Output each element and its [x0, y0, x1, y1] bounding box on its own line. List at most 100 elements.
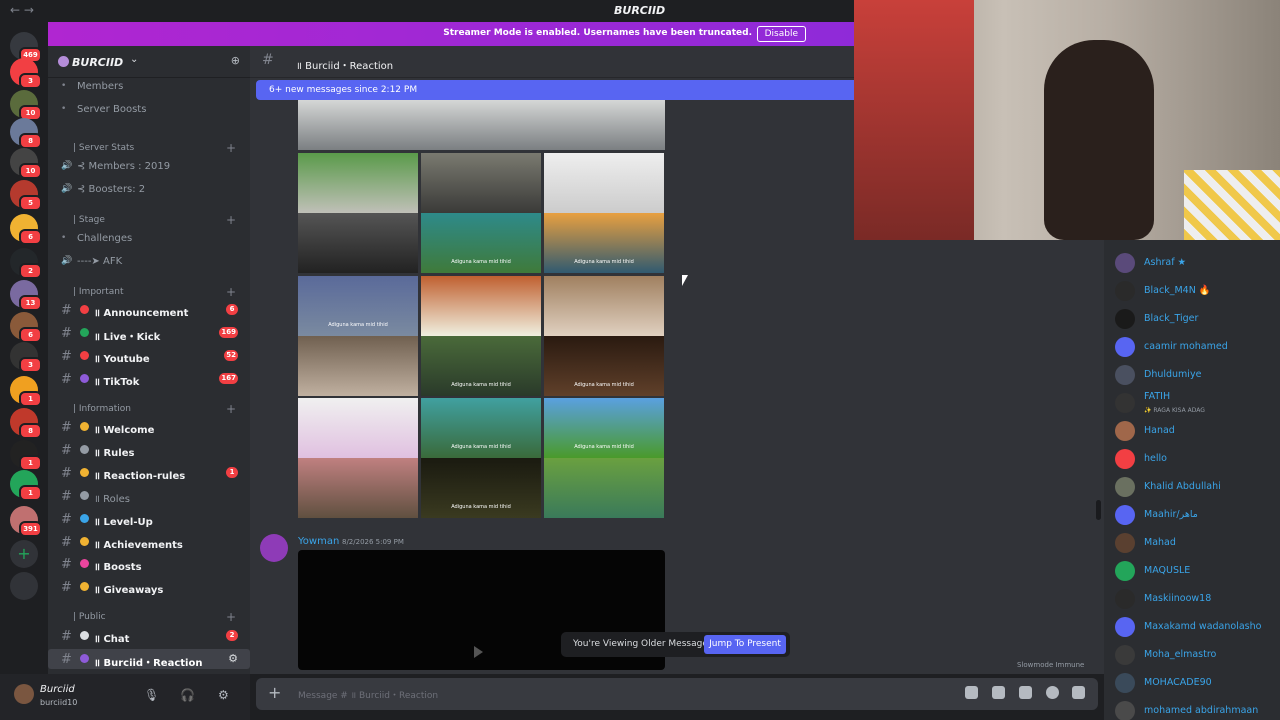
- gear-icon[interactable]: ⚙: [228, 652, 238, 665]
- member-item[interactable]: Maskiinoow18: [1104, 585, 1280, 613]
- server-icon[interactable]: 1: [10, 376, 42, 407]
- server-icon[interactable]: 2: [10, 248, 42, 279]
- member-item[interactable]: Black_M4N 🔥: [1104, 277, 1280, 305]
- microphone-icon[interactable]: 🎙: [144, 688, 159, 702]
- channel-row[interactable]: # ॥ Announcement 6: [48, 300, 250, 320]
- member-item[interactable]: FATIH ✨ RAGA KISA ADAG: [1104, 389, 1280, 417]
- gallery-image[interactable]: [544, 458, 664, 518]
- avatar[interactable]: [260, 534, 288, 562]
- add-attachment-icon[interactable]: +: [268, 683, 281, 702]
- gallery-image[interactable]: [421, 153, 541, 213]
- member-item[interactable]: MAQUSLE: [1104, 557, 1280, 585]
- gallery-image[interactable]: Adiguna kama mid tihid: [421, 458, 541, 518]
- channel-row[interactable]: • Members: [48, 76, 250, 96]
- chevron-down-icon[interactable]: ⌄: [130, 54, 138, 65]
- member-item[interactable]: Hanad: [1104, 417, 1280, 445]
- add-channel-icon[interactable]: +: [226, 141, 236, 155]
- channel-row[interactable]: # ॥ TikTok 167: [48, 369, 250, 389]
- category-header[interactable]: | Server Stats +: [48, 138, 250, 158]
- disable-streamer-button[interactable]: Disable: [756, 26, 806, 42]
- server-icon[interactable]: 8: [10, 118, 42, 149]
- gallery-image[interactable]: Adiguna kama mid tihid: [544, 398, 664, 458]
- gallery-image[interactable]: [544, 153, 664, 213]
- avatar[interactable]: [14, 684, 34, 704]
- gallery-image[interactable]: Adiguna kama mid tihid: [421, 336, 541, 396]
- member-item[interactable]: MOHACADE90: [1104, 669, 1280, 697]
- channel-row[interactable]: # ॥ Achievements: [48, 532, 250, 552]
- channel-row[interactable]: # ॥ Reaction-rules 1: [48, 463, 250, 483]
- server-icon[interactable]: 5: [10, 180, 42, 211]
- add-channel-icon[interactable]: +: [226, 285, 236, 299]
- add-channel-icon[interactable]: +: [226, 213, 236, 227]
- gallery-image[interactable]: Adiguna kama mid tihid: [544, 336, 664, 396]
- gallery-image[interactable]: Adiguna kama mid tihid: [298, 276, 418, 336]
- gallery-image[interactable]: [298, 458, 418, 518]
- gallery-image[interactable]: Adiguna kama mid tihid: [421, 213, 541, 273]
- category-header[interactable]: | Stage +: [48, 210, 250, 230]
- gallery-image[interactable]: Adiguna kama mid tihid: [544, 213, 664, 273]
- message-input[interactable]: Message # ॥ Burciid・Reaction: [298, 688, 438, 701]
- gif-icon[interactable]: [992, 686, 1005, 699]
- jump-to-present-button[interactable]: Jump To Present: [704, 635, 786, 654]
- server-icon[interactable]: 8: [10, 408, 42, 439]
- member-item[interactable]: mohamed abdirahmaan: [1104, 697, 1280, 720]
- server-icon[interactable]: 1: [10, 470, 42, 501]
- channel-row[interactable]: 🔊 ⊰ Members : 2019: [48, 156, 250, 176]
- apps-icon[interactable]: [1072, 686, 1085, 699]
- channel-row[interactable]: # ॥ Level-Up: [48, 509, 250, 529]
- channel-row[interactable]: • Challenges: [48, 228, 250, 248]
- channel-row[interactable]: # ॥ Boosts: [48, 554, 250, 574]
- server-header[interactable]: BURCIID ⌄ ⊕: [48, 46, 250, 78]
- member-item[interactable]: Ashraf ★: [1104, 249, 1280, 277]
- gear-icon[interactable]: ⚙: [218, 688, 229, 702]
- headphones-icon[interactable]: 🎧: [180, 688, 195, 702]
- category-header[interactable]: | Important +: [48, 282, 250, 302]
- channel-row[interactable]: 🔊 ----➤ AFK: [48, 251, 250, 271]
- channel-row[interactable]: # ॥ Burciid・Reaction ⚙: [48, 649, 250, 669]
- gallery-image[interactable]: Adiguna kama mid tihid: [421, 398, 541, 458]
- member-item[interactable]: caamir mohamed: [1104, 333, 1280, 361]
- gift-icon[interactable]: [965, 686, 978, 699]
- member-item[interactable]: Black_Tiger: [1104, 305, 1280, 333]
- gallery-image[interactable]: [298, 100, 665, 150]
- sticker-icon[interactable]: [1019, 686, 1032, 699]
- channel-row[interactable]: # ॥ Live・Kick 169: [48, 323, 250, 343]
- add-server-icon[interactable]: +: [10, 540, 38, 568]
- direct-messages-icon[interactable]: 469: [10, 32, 42, 63]
- member-item[interactable]: hello: [1104, 445, 1280, 473]
- server-icon[interactable]: 391: [10, 506, 42, 537]
- emoji-icon[interactable]: [1046, 686, 1059, 699]
- server-icon[interactable]: 1: [10, 440, 42, 471]
- discover-icon[interactable]: [10, 572, 38, 600]
- server-icon[interactable]: 10: [10, 148, 42, 179]
- channel-row[interactable]: # ॥ Welcome: [48, 417, 250, 437]
- member-item[interactable]: Maxakamd wadanolasho: [1104, 613, 1280, 641]
- scrollbar[interactable]: [1096, 500, 1101, 520]
- member-item[interactable]: Moha_elmastro: [1104, 641, 1280, 669]
- add-channel-icon[interactable]: +: [226, 402, 236, 416]
- gallery-image[interactable]: [298, 398, 418, 458]
- gallery-image[interactable]: [298, 213, 418, 273]
- server-icon[interactable]: 3: [10, 58, 42, 89]
- member-item[interactable]: Dhuldumiye: [1104, 361, 1280, 389]
- new-messages-bar[interactable]: 6+ new messages since 2:12 PM: [256, 80, 854, 100]
- server-icon[interactable]: 13: [10, 280, 42, 311]
- message-author[interactable]: Yowman: [298, 536, 339, 547]
- server-icon[interactable]: 10: [10, 90, 42, 121]
- member-item[interactable]: Mahad: [1104, 529, 1280, 557]
- channel-row[interactable]: 🔊 ⊰ Boosters: 2: [48, 179, 250, 199]
- gallery-image[interactable]: [421, 276, 541, 336]
- server-icon[interactable]: 3: [10, 342, 42, 373]
- server-icon[interactable]: 6: [10, 312, 42, 343]
- channel-row[interactable]: # ॥ Giveaways: [48, 577, 250, 597]
- member-item[interactable]: Khalid Abdullahi: [1104, 473, 1280, 501]
- add-channel-icon[interactable]: +: [226, 610, 236, 624]
- channel-row[interactable]: # ॥ Chat 2: [48, 626, 250, 646]
- play-icon[interactable]: [474, 646, 483, 658]
- server-icon[interactable]: 6: [10, 214, 42, 245]
- channel-row[interactable]: • Server Boosts: [48, 99, 250, 119]
- category-header[interactable]: | Information +: [48, 399, 250, 419]
- channel-row[interactable]: # ॥ Youtube 52: [48, 346, 250, 366]
- invite-icon[interactable]: ⊕: [231, 54, 240, 67]
- gallery-image[interactable]: [298, 336, 418, 396]
